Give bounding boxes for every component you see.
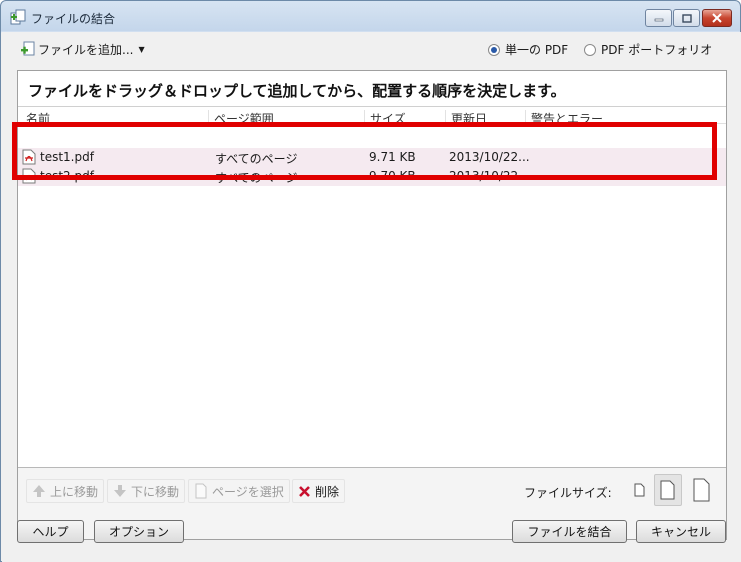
delete-label: 削除 — [315, 484, 340, 499]
page-select-icon — [195, 483, 207, 499]
file-size-label: ファイルサイズ: — [524, 486, 612, 500]
file-page-range: すべてのページ — [215, 171, 298, 185]
pdf-file-icon — [22, 168, 36, 184]
combine-files-button[interactable]: ファイルを結合 — [512, 520, 627, 543]
window-title: ファイルの結合 — [31, 12, 116, 26]
move-up-label: 上に移動 — [50, 484, 99, 499]
radio-button-unselected[interactable] — [584, 43, 596, 56]
file-page-range: すべてのページ — [215, 152, 298, 166]
radio-single-pdf[interactable]: 単一の PDF — [488, 41, 568, 58]
cancel-button[interactable]: キャンセル — [636, 520, 726, 543]
select-pages-button[interactable]: ページを選択 — [188, 479, 290, 503]
delete-button[interactable]: 削除 — [292, 479, 346, 503]
add-file-icon — [21, 41, 35, 56]
combine-files-window: ファイルの結合 ファイルを追加... ▼ 単一の PDF PDF ポートフォリオ… — [0, 0, 741, 562]
file-size: 9.70 KB — [369, 169, 416, 183]
delete-x-icon — [299, 485, 310, 497]
close-icon — [712, 13, 722, 23]
column-header-page-range[interactable]: ページ範囲 — [208, 110, 274, 123]
file-name: test2.pdf — [40, 169, 94, 183]
file-size-medium-button[interactable] — [654, 474, 682, 506]
maximize-button[interactable] — [673, 9, 700, 27]
add-files-button[interactable]: ファイルを追加... ▼ — [16, 38, 149, 60]
page-large-icon — [693, 478, 710, 502]
file-name: test1.pdf — [40, 150, 94, 164]
file-modified: 2013/10/22... — [449, 169, 530, 183]
select-pages-label: ページを選択 — [212, 484, 284, 499]
column-header-warnings[interactable]: 警告とエラー — [525, 110, 603, 123]
add-files-label: ファイルを追加... — [38, 42, 134, 57]
move-up-button[interactable]: 上に移動 — [26, 479, 105, 503]
radio-pdf-portfolio[interactable]: PDF ポートフォリオ — [584, 41, 712, 58]
column-header-row: 名前 ページ範囲 サイズ 更新日 警告とエラー — [18, 107, 726, 124]
file-row[interactable]: test1.pdf すべてのページ 9.71 KB 2013/10/22... — [18, 148, 726, 167]
pdf-file-icon — [22, 149, 36, 165]
close-button[interactable] — [702, 9, 732, 27]
arrow-up-icon — [33, 485, 45, 497]
dialog-body: ファイルを追加... ▼ 単一の PDF PDF ポートフォリオ ファイルをドラ… — [2, 32, 741, 562]
file-size-large-button[interactable] — [688, 474, 716, 506]
file-modified: 2013/10/22... — [449, 150, 530, 164]
minimize-icon — [654, 18, 663, 22]
arrow-down-icon — [114, 485, 126, 497]
file-row[interactable]: test2.pdf すべてのページ 9.70 KB 2013/10/22... — [18, 167, 726, 186]
radio-pdf-portfolio-label: PDF ポートフォリオ — [601, 43, 713, 57]
options-button[interactable]: オプション — [94, 520, 184, 543]
help-button[interactable]: ヘルプ — [17, 520, 84, 543]
minimize-button[interactable] — [645, 9, 672, 27]
title-bar: ファイルの結合 — [1, 1, 740, 32]
column-header-size[interactable]: サイズ — [364, 110, 406, 123]
instruction-text: ファイルをドラッグ＆ドロップして追加してから、配置する順序を決定します。 — [18, 71, 726, 107]
radio-single-pdf-label: 単一の PDF — [505, 43, 569, 57]
file-size: 9.71 KB — [369, 150, 416, 164]
column-header-name[interactable]: 名前 — [21, 110, 50, 123]
move-down-button[interactable]: 下に移動 — [107, 479, 186, 503]
radio-button-selected[interactable] — [488, 43, 500, 56]
file-size-small-button[interactable] — [626, 474, 654, 506]
page-small-icon — [634, 483, 645, 497]
combine-files-app-icon — [10, 9, 26, 25]
page-medium-icon — [660, 480, 675, 500]
move-down-label: 下に移動 — [131, 484, 180, 499]
maximize-icon — [681, 13, 692, 23]
file-list-panel: ファイルをドラッグ＆ドロップして追加してから、配置する順序を決定します。 名前 … — [17, 70, 727, 540]
column-header-modified[interactable]: 更新日 — [445, 110, 487, 123]
dropdown-arrow-icon: ▼ — [138, 44, 145, 54]
